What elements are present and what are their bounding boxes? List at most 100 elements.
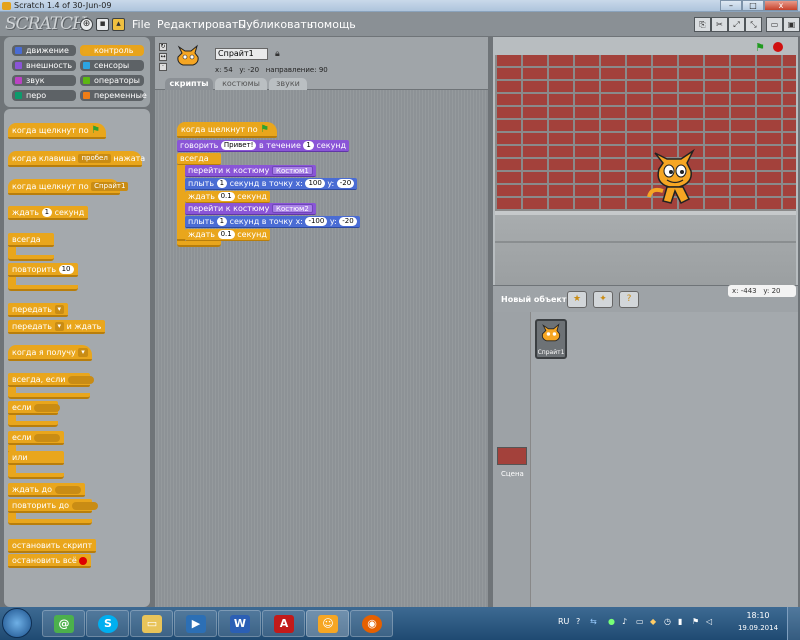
shrink-tool-icon[interactable]: ⤡	[745, 17, 762, 32]
script-wait-2[interactable]: ждать 0.1 секунд	[185, 229, 270, 241]
block-if[interactable]: если	[8, 401, 61, 415]
script-switch-costume-2[interactable]: перейти к костюму Костюм2	[185, 203, 316, 215]
menu-file[interactable]: File	[132, 18, 150, 31]
scripts-area[interactable]: когда щелкнут по ⚑ говорить Привет! в те…	[155, 90, 488, 607]
script-glide-1[interactable]: плыть 1 секунд в точку x: 100 y: -20	[185, 178, 358, 190]
grow-tool-icon[interactable]: ⤢	[728, 17, 745, 32]
clock-time[interactable]: 18:10	[738, 611, 778, 620]
app-icon	[2, 2, 11, 10]
globe-icon[interactable]: ⊕	[80, 18, 93, 31]
green-flag-button[interactable]: ⚑	[755, 41, 765, 54]
maximize-button[interactable]: □	[742, 0, 764, 11]
share-icon[interactable]: ▴	[112, 18, 125, 31]
close-button[interactable]: x	[764, 0, 798, 11]
cut-tool-icon[interactable]: ✂	[711, 17, 728, 32]
stop-button[interactable]	[773, 42, 783, 52]
random-sprite-icon[interactable]: ?	[619, 291, 639, 308]
script-forever-arm	[177, 165, 185, 241]
script-wait-1[interactable]: ждать 0.1 секунд	[185, 191, 270, 203]
script-hat-when-flag[interactable]: когда щелкнут по ⚑	[177, 122, 277, 138]
block-if-else[interactable]: если	[8, 431, 64, 445]
block-stop-script[interactable]: остановить скрипт	[8, 539, 97, 553]
block-forever[interactable]: всегда	[8, 233, 54, 247]
script-switch-costume-1[interactable]: перейти к костюму Костюм1	[185, 165, 316, 177]
tab-scripts[interactable]: скрипты	[165, 78, 213, 90]
block-when-key-pressed[interactable]: когда клавиша пробел нажата	[8, 151, 145, 167]
language-indicator[interactable]: RU	[558, 617, 569, 626]
taskbar-firefox[interactable]: ◉	[350, 610, 393, 637]
taskbar-skype[interactable]: S	[86, 610, 129, 637]
taskbar-acrobat[interactable]: A	[262, 610, 305, 637]
block-broadcast[interactable]: передать ▾	[8, 303, 69, 317]
duplicate-tool-icon[interactable]: ⎘	[694, 17, 711, 32]
show-desktop-button[interactable]	[787, 607, 800, 640]
sprite-name-field[interactable]: Спрайт1	[215, 48, 268, 60]
taskbar-explorer[interactable]: ▭	[130, 610, 173, 637]
script-forever-block[interactable]: всегда	[177, 153, 221, 165]
stage-canvas[interactable]	[495, 55, 796, 285]
skype-tray-icon[interactable]: ●	[608, 617, 615, 626]
app-tray-icon[interactable]: ◆	[650, 617, 656, 626]
block-when-sprite-clicked[interactable]: когда щелкнут по Спрайт1	[8, 179, 129, 195]
small-stage-icon[interactable]: ▭	[766, 17, 783, 32]
volume-tray-icon[interactable]: ♪	[622, 617, 627, 626]
category-control[interactable]: контроль	[80, 45, 144, 56]
script-say-block[interactable]: говорить Привет! в течение 1 секунд	[177, 140, 350, 152]
block-repeat[interactable]: повторить 10	[8, 263, 78, 277]
menu-share[interactable]: Публиковать	[238, 18, 313, 31]
power-tray-icon[interactable]: ▮	[678, 617, 682, 626]
category-variables[interactable]: переменные	[80, 90, 147, 101]
script-glide-2[interactable]: плыть 1 секунд в точку x: -100 y: -20	[185, 216, 360, 228]
block-broadcast-and-wait[interactable]: передать ▾ и ждать	[8, 320, 106, 334]
choose-sprite-icon[interactable]: ✦	[593, 291, 613, 308]
lock-icon[interactable]: 🔒︎	[275, 49, 280, 59]
rotate-all-icon[interactable]: ↻	[159, 43, 167, 51]
flip-icon[interactable]: ↔	[159, 53, 167, 61]
folder-icon: ▭	[142, 615, 162, 633]
skype-icon: S	[98, 615, 118, 633]
menu-help[interactable]: помощь	[310, 18, 356, 31]
cat-sprite[interactable]	[645, 147, 699, 213]
block-when-flag-clicked[interactable]: когда щелкнут по ⚑	[8, 123, 106, 139]
window-title: Scratch 1.4 of 30-Jun-09	[14, 1, 112, 10]
category-pen[interactable]: перо	[12, 90, 76, 101]
clock-tray-icon[interactable]: ◷	[664, 617, 671, 626]
category-operators[interactable]: операторы	[80, 75, 144, 86]
category-sound[interactable]: звук	[12, 75, 76, 86]
block-repeat-until[interactable]: повторить до	[8, 499, 98, 513]
block-wait[interactable]: ждать 1 секунд	[8, 206, 89, 220]
category-sensing[interactable]: сенсоры	[80, 60, 144, 71]
category-motion[interactable]: движение	[12, 45, 76, 56]
no-rotate-icon[interactable]: ·	[159, 63, 167, 71]
sensing-swatch	[83, 62, 90, 69]
block-when-i-receive[interactable]: когда я получу ▾	[8, 345, 92, 361]
category-looks[interactable]: внешность	[12, 60, 76, 71]
minimize-button[interactable]: –	[720, 0, 742, 11]
clock-date[interactable]: 19.09.2014	[734, 624, 782, 632]
scratch-logo: SCRATCH	[5, 14, 87, 34]
block-stop-all[interactable]: остановить всё	[8, 554, 92, 568]
taskbar-media[interactable]: ▶	[174, 610, 217, 637]
tab-costumes[interactable]: костюмы	[215, 78, 267, 90]
taskbar-word[interactable]: W	[218, 610, 261, 637]
full-stage-icon[interactable]: ▣	[783, 17, 800, 32]
taskbar-scratch[interactable]: ☺	[306, 610, 349, 637]
paint-sprite-icon[interactable]: ★	[567, 291, 587, 308]
block-forever-if[interactable]: всегда, если	[8, 373, 94, 387]
menu-edit[interactable]: Редактировать	[157, 18, 245, 31]
media-player-icon: ▶	[186, 615, 206, 633]
tab-sounds[interactable]: звуки	[269, 78, 307, 90]
stage-thumbnail[interactable]	[497, 447, 527, 465]
green-flag-icon: ⚑	[91, 125, 101, 136]
sprite-tile-sprite1[interactable]: Спрайт1	[535, 319, 567, 359]
taskbar-icq[interactable]: @	[42, 610, 85, 637]
display-tray-icon[interactable]: ▭	[636, 617, 644, 626]
block-wait-until[interactable]: ждать до	[8, 483, 85, 497]
block-palette[interactable]: когда щелкнут по ⚑ когда клавиша пробел …	[4, 109, 150, 607]
start-button[interactable]	[2, 608, 32, 638]
network-tray-icon[interactable]: ⇆	[590, 617, 597, 626]
save-icon[interactable]: ▪	[96, 18, 109, 31]
flag-tray-icon[interactable]: ⚑	[692, 617, 699, 626]
speaker-tray-icon[interactable]: ◁	[706, 617, 712, 626]
help-tray-icon[interactable]: ?	[576, 617, 580, 626]
